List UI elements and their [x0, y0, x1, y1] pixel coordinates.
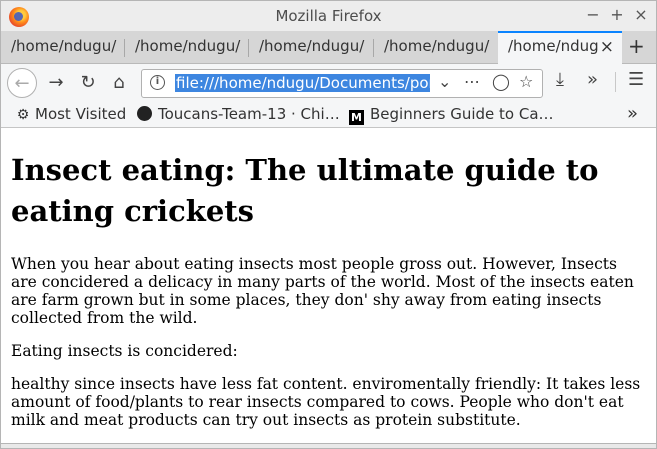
- page-content: Insect eating: The ultimate guide to eat…: [1, 129, 656, 443]
- tab[interactable]: /home/ndugu/: [125, 31, 249, 64]
- downloads-icon[interactable]: ⤓: [556, 69, 564, 90]
- reload-button[interactable]: ↻: [73, 68, 103, 98]
- browser-window: Mozilla Firefox − + × /home/ndugu/ /home…: [0, 0, 657, 449]
- bookmark-beginners-guide[interactable]: M Beginners Guide to Ca…: [349, 105, 554, 125]
- bookmark-star-icon[interactable]: ☆: [519, 72, 533, 91]
- navigation-toolbar: ← → ↻ ⌂ i file:///home/ndugu/Documents/p…: [1, 64, 656, 102]
- tab-label: /home/ndug: [508, 37, 599, 55]
- paragraph: Eating insects is concidered:: [11, 342, 238, 360]
- minimize-button[interactable]: −: [582, 4, 604, 26]
- paragraph: healthy since insects have less fat cont…: [11, 375, 641, 429]
- back-button[interactable]: ←: [7, 68, 37, 98]
- maximize-button[interactable]: +: [606, 4, 628, 26]
- window-bottom-edge: [1, 443, 656, 448]
- forward-button[interactable]: →: [41, 68, 71, 98]
- chevron-down-icon[interactable]: ⌄: [438, 72, 451, 91]
- page-heading: Insect eating: The ultimate guide to eat…: [11, 153, 599, 228]
- bookmark-toucans-team[interactable]: Toucans-Team-13 · Chi…: [137, 105, 340, 123]
- medium-icon: M: [349, 110, 364, 125]
- site-info-icon[interactable]: i: [150, 75, 165, 90]
- tab-active[interactable]: /home/ndug ×: [498, 31, 622, 64]
- url-text[interactable]: file:///home/ndugu/Documents/por: [175, 74, 430, 92]
- home-button[interactable]: ⌂: [104, 68, 134, 98]
- new-tab-button[interactable]: +: [628, 34, 645, 58]
- bookmark-most-visited[interactable]: ⚙ Most Visited: [15, 105, 127, 123]
- tab-label: /home/ndugu/: [259, 37, 365, 55]
- pocket-icon[interactable]: ◯: [492, 72, 510, 91]
- menu-icon[interactable]: ☰: [628, 69, 644, 90]
- tab[interactable]: /home/ndugu/: [1, 31, 125, 64]
- window-title: Mozilla Firefox: [275, 7, 382, 25]
- intro-paragraph: When you hear about eating insects most …: [11, 255, 634, 327]
- gear-icon: ⚙: [16, 107, 30, 123]
- bookmarks-toolbar: ⚙ Most Visited Toucans-Team-13 · Chi… M Be…: [1, 102, 656, 128]
- tab[interactable]: /home/ndugu/: [249, 31, 374, 64]
- close-tab-icon[interactable]: ×: [600, 37, 614, 57]
- close-window-button[interactable]: ×: [630, 4, 652, 26]
- github-icon: [137, 106, 152, 121]
- tab-label: /home/ndugu/: [384, 37, 490, 55]
- bookmarks-overflow-icon[interactable]: »: [627, 103, 638, 124]
- tab-label: /home/ndugu/: [11, 37, 117, 55]
- title-bar: Mozilla Firefox − + ×: [1, 1, 656, 31]
- url-bar[interactable]: i file:///home/ndugu/Documents/por ⌄ ⋯ ◯…: [141, 69, 543, 98]
- tab-label: /home/ndugu/: [135, 37, 241, 55]
- tab-strip: /home/ndugu/ /home/ndugu/ /home/ndugu/ /…: [1, 31, 656, 64]
- page-actions-icon[interactable]: ⋯: [464, 72, 480, 91]
- tab[interactable]: /home/ndugu/: [374, 31, 498, 64]
- overflow-chevron-icon[interactable]: »: [587, 69, 598, 90]
